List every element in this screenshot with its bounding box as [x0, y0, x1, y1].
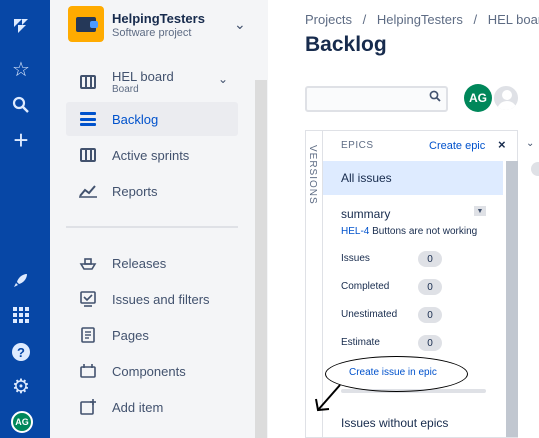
project-name: HelpingTesters — [112, 11, 205, 26]
search-icon[interactable] — [9, 93, 33, 117]
sidebar-item-label: Add item — [112, 399, 164, 415]
wallet-icon — [76, 16, 98, 32]
issues-icon — [78, 289, 98, 309]
issue-summary: Buttons are not working — [372, 226, 478, 237]
board-type: Board — [112, 84, 139, 95]
breadcrumb: Projects / HelpingTesters / HEL board — [305, 12, 539, 27]
page-icon — [78, 325, 98, 345]
search-input[interactable] — [305, 86, 448, 112]
sidebar-item-pages[interactable]: Pages — [66, 318, 238, 352]
breadcrumb-project[interactable]: HelpingTesters — [377, 12, 463, 27]
sidebar-item-active-sprints[interactable]: Active sprints — [66, 138, 238, 172]
breadcrumb-board[interactable]: HEL board — [488, 12, 539, 27]
annotation-ellipse — [325, 356, 468, 392]
sidebar-scrollbar[interactable] — [255, 80, 267, 438]
reports-icon — [78, 181, 98, 201]
star-icon[interactable]: ☆ — [9, 58, 33, 82]
stat-badge: 0 — [418, 307, 442, 323]
page-title: Backlog — [305, 33, 387, 56]
sidebar-divider — [66, 226, 238, 228]
board-name: HEL board — [112, 69, 174, 84]
sidebar-item-label: Pages — [112, 327, 149, 343]
issues-without-epics-filter[interactable]: Issues without epics — [341, 416, 448, 430]
annotation-arrow-icon — [315, 384, 341, 412]
close-icon[interactable]: × — [498, 137, 506, 152]
epic-issue: HEL-4 Buttons are not working — [341, 226, 477, 237]
epic-name[interactable]: summary — [341, 207, 390, 221]
breadcrumb-separator: / — [362, 12, 367, 27]
project-type: Software project — [112, 27, 192, 39]
chevron-down-icon[interactable]: ⌄ — [234, 16, 246, 33]
stat-badge: 0 — [418, 251, 442, 267]
user-avatar[interactable]: AG — [464, 84, 492, 112]
sidebar-item-reports[interactable]: Reports — [66, 174, 238, 208]
breadcrumb-separator: / — [473, 12, 478, 27]
project-switcher[interactable]: HelpingTesters Software project ⌄ — [68, 6, 258, 46]
ship-icon — [78, 253, 98, 273]
plus-icon[interactable]: + — [9, 127, 33, 153]
chevron-down-icon[interactable]: ⌄ — [218, 72, 228, 86]
sidebar-item-label: Active sprints — [112, 147, 190, 163]
sidebar-item-backlog[interactable]: Backlog — [66, 102, 238, 136]
project-avatar — [68, 6, 104, 42]
stat-label: Issues — [341, 253, 370, 264]
component-icon — [78, 361, 98, 381]
sidebar-item-label: Reports — [112, 183, 158, 199]
backlog-icon — [78, 109, 98, 129]
versions-tab-label: VERSIONS — [307, 145, 318, 205]
stat-badge: 0 — [418, 279, 442, 295]
all-issues-filter[interactable]: All issues — [323, 161, 503, 195]
stat-label: Completed — [341, 281, 390, 292]
sidebar-item-issues-and-filters[interactable]: Issues and filters — [66, 282, 238, 316]
sidebar-item-label: Issues and filters — [112, 291, 210, 307]
rocket-icon[interactable] — [9, 268, 33, 292]
create-epic-link[interactable]: Create epic — [429, 140, 485, 152]
add-item-icon — [78, 397, 98, 417]
sidebar-item-releases[interactable]: Releases — [66, 246, 238, 280]
epics-scrollbar[interactable] — [506, 161, 518, 437]
search-icon — [429, 90, 441, 105]
stat-label: Unestimated — [341, 309, 398, 320]
sidebar-item-components[interactable]: Components — [66, 354, 238, 388]
stat-label: Estimate — [341, 337, 380, 348]
sidebar-item-label: Releases — [112, 255, 167, 271]
chevron-down-icon[interactable]: ⌄ — [526, 138, 534, 149]
jira-backlog-screen: ☆ + ? ⚙ AG HelpingTesters Software proje… — [0, 0, 539, 438]
epics-panel-title: EPICS — [341, 140, 374, 151]
stat-badge: 0 — [418, 335, 442, 351]
all-issues-label: All issues — [341, 171, 392, 185]
svg-text:?: ? — [17, 345, 25, 360]
settings-icon[interactable]: ⚙ — [9, 375, 33, 399]
sidebar-item-label: Backlog — [112, 111, 159, 127]
board-icon — [78, 72, 98, 92]
sidebar-item-add-item[interactable]: Add item — [66, 390, 238, 424]
user-avatar[interactable]: AG — [11, 411, 33, 433]
board-switcher[interactable]: HEL board Board ⌄ — [66, 66, 238, 98]
epics-panel: EPICS Create epic × All issues summary ▼… — [322, 130, 518, 438]
sprint-board-icon — [78, 145, 98, 165]
sidebar-item-label: Components — [112, 363, 186, 379]
chevron-down-icon[interactable]: ▼ — [474, 206, 486, 216]
global-nav: ☆ + ? ⚙ AG — [0, 0, 50, 438]
unassigned-avatar[interactable] — [492, 84, 520, 112]
help-icon[interactable]: ? — [9, 340, 33, 364]
breadcrumb-projects[interactable]: Projects — [305, 12, 352, 27]
collapsed-panel-edge — [531, 162, 539, 176]
jira-logo-icon[interactable] — [9, 14, 33, 38]
apps-grid-icon[interactable] — [9, 303, 33, 327]
issue-key-link[interactable]: HEL-4 — [341, 226, 369, 237]
